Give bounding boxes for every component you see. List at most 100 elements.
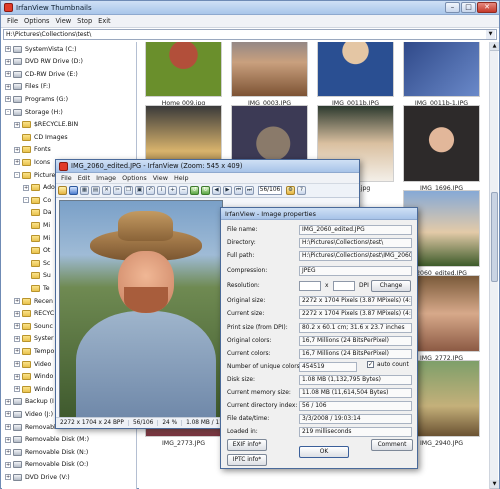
expand-icon[interactable]: + bbox=[5, 58, 11, 65]
paste-icon[interactable]: ▣ bbox=[135, 186, 144, 195]
vertical-scrollbar[interactable]: ▲ ▼ bbox=[489, 42, 499, 489]
tree-item[interactable]: + Sounc bbox=[14, 321, 53, 331]
slideshow-icon[interactable]: ▤ bbox=[91, 186, 100, 195]
tree-item[interactable]: Ot bbox=[23, 246, 50, 256]
tree-item[interactable]: + Removable Disk (N:) bbox=[5, 447, 88, 457]
undo-icon[interactable]: ↶ bbox=[146, 186, 155, 195]
collapse-icon[interactable]: - bbox=[23, 197, 29, 204]
tree-item[interactable]: - Pictures bbox=[14, 170, 59, 180]
exif-info-button[interactable]: EXIF info* bbox=[227, 439, 267, 451]
next-icon[interactable]: ▶ bbox=[223, 186, 232, 195]
scroll-down-icon[interactable]: ▼ bbox=[490, 480, 499, 489]
tree-item[interactable]: + Syster bbox=[14, 334, 54, 344]
delete-icon[interactable]: ✕ bbox=[102, 186, 111, 195]
expand-icon[interactable]: + bbox=[5, 96, 11, 103]
change-button[interactable]: Change bbox=[371, 280, 411, 292]
expand-icon[interactable]: + bbox=[23, 184, 29, 191]
menu-options[interactable]: Options bbox=[21, 17, 52, 25]
tree-item[interactable]: + Video (J:) bbox=[5, 409, 53, 419]
info-icon[interactable]: i bbox=[157, 186, 166, 195]
minimize-button[interactable]: – bbox=[445, 2, 460, 13]
tree-item[interactable]: - Storage (H:) bbox=[5, 107, 63, 117]
save-icon[interactable] bbox=[69, 186, 78, 195]
last-icon[interactable]: ⏭ bbox=[245, 186, 254, 195]
thumbnail-item[interactable]: IMG_0011b-1.JPG bbox=[399, 42, 484, 113]
iptc-info-button[interactable]: IPTC info* bbox=[227, 454, 267, 466]
tree-item[interactable]: + Backup (I bbox=[5, 397, 54, 407]
thumbnail-item[interactable]: IMG_0011b.JPG bbox=[313, 42, 398, 113]
thumbnails-icon[interactable]: ▦ bbox=[80, 186, 89, 195]
expand-icon[interactable]: + bbox=[14, 373, 20, 380]
menu-file[interactable]: File bbox=[4, 17, 21, 25]
expand-icon[interactable]: + bbox=[5, 398, 11, 405]
close-button[interactable]: ✕ bbox=[477, 2, 497, 13]
viewer-menu-help[interactable]: Help bbox=[171, 174, 192, 182]
menu-exit[interactable]: Exit bbox=[95, 17, 114, 25]
viewer-menu-image[interactable]: Image bbox=[93, 174, 119, 182]
tree-item[interactable]: - Co bbox=[23, 195, 51, 205]
expand-icon[interactable]: + bbox=[14, 323, 20, 330]
thumbnail-item[interactable]: IMG_1696.JPG bbox=[399, 105, 484, 198]
tree-item[interactable]: + Removabl bbox=[5, 422, 56, 432]
expand-icon[interactable]: + bbox=[14, 335, 20, 342]
tree-item[interactable]: + Windo bbox=[14, 372, 53, 382]
expand-icon[interactable]: + bbox=[14, 146, 20, 153]
maximize-button[interactable]: □ bbox=[461, 2, 476, 13]
expand-icon[interactable]: + bbox=[14, 159, 20, 166]
expand-icon[interactable]: + bbox=[14, 310, 20, 317]
dropdown-arrow-icon[interactable]: ▼ bbox=[486, 30, 495, 39]
first-icon[interactable]: ⏮ bbox=[234, 186, 243, 195]
tree-item[interactable]: Mi bbox=[23, 233, 50, 243]
help-icon[interactable]: ? bbox=[297, 186, 306, 195]
tree-item[interactable]: + Fonts bbox=[14, 145, 51, 155]
expand-icon[interactable]: + bbox=[14, 348, 20, 355]
thumbnail-item[interactable]: Home 009.jpg bbox=[141, 42, 226, 113]
menu-view[interactable]: View bbox=[53, 17, 75, 25]
copy-icon[interactable]: ❐ bbox=[124, 186, 133, 195]
expand-icon[interactable]: + bbox=[5, 71, 11, 78]
expand-icon[interactable]: + bbox=[14, 298, 20, 304]
tree-item[interactable]: + CD-RW Drive (E:) bbox=[5, 69, 78, 79]
expand-icon[interactable]: + bbox=[5, 424, 11, 430]
viewer-menu-file[interactable]: File bbox=[58, 174, 75, 182]
tree-item[interactable]: + DVD Drive (V:) bbox=[5, 472, 70, 482]
tree-item[interactable]: Su bbox=[23, 271, 51, 281]
ok-button[interactable]: OK bbox=[299, 446, 349, 458]
tree-item[interactable]: Sc bbox=[23, 258, 50, 268]
tree-item[interactable]: + Recen bbox=[14, 296, 53, 306]
tree-item[interactable]: + Tempo bbox=[14, 346, 54, 356]
expand-icon[interactable]: + bbox=[5, 83, 11, 90]
expand-icon[interactable]: + bbox=[5, 461, 11, 468]
expand-icon[interactable]: + bbox=[5, 436, 11, 443]
viewer-menu-options[interactable]: Options bbox=[119, 174, 150, 182]
expand-icon[interactable]: + bbox=[5, 474, 11, 481]
tree-item[interactable]: + RECYC bbox=[14, 309, 54, 319]
menu-stop[interactable]: Stop bbox=[74, 17, 95, 25]
tree-item[interactable]: + Video bbox=[14, 359, 51, 369]
tree-item[interactable]: + Files (F:) bbox=[5, 82, 51, 92]
tree-item[interactable]: + Windo bbox=[14, 384, 53, 394]
tree-item[interactable]: + Icons bbox=[14, 157, 50, 167]
collapse-icon[interactable]: - bbox=[14, 172, 20, 178]
expand-icon[interactable]: + bbox=[5, 411, 11, 418]
dpi-y-input[interactable] bbox=[333, 281, 355, 291]
tree-item[interactable]: + Programs (G:) bbox=[5, 94, 68, 104]
expand-icon[interactable]: + bbox=[5, 46, 11, 52]
open-folder-icon[interactable] bbox=[58, 186, 67, 195]
scroll-up-icon[interactable]: ▲ bbox=[490, 42, 499, 51]
tree-item[interactable]: Mi bbox=[23, 220, 50, 230]
tree-item[interactable]: + $RECYCLE.BIN bbox=[14, 120, 78, 130]
collapse-icon[interactable]: - bbox=[5, 109, 11, 115]
comment-button[interactable]: Comment bbox=[371, 439, 413, 451]
thumbnail-item[interactable]: IMG_0003.JPG bbox=[227, 42, 312, 113]
zoom-in-icon[interactable]: + bbox=[168, 186, 177, 195]
viewer-menu-view[interactable]: View bbox=[150, 174, 171, 182]
auto-count-checkbox[interactable]: ✓ bbox=[367, 361, 374, 368]
expand-icon[interactable]: + bbox=[14, 361, 20, 367]
tree-item[interactable]: + SystemVista (C:) bbox=[5, 44, 77, 54]
viewer-menu-edit[interactable]: Edit bbox=[75, 174, 93, 182]
tree-item[interactable]: Da bbox=[23, 208, 52, 218]
previous-icon[interactable]: ◀ bbox=[212, 186, 221, 195]
scroll-thumb[interactable] bbox=[491, 192, 498, 282]
zoom-out-icon[interactable]: − bbox=[179, 186, 188, 195]
